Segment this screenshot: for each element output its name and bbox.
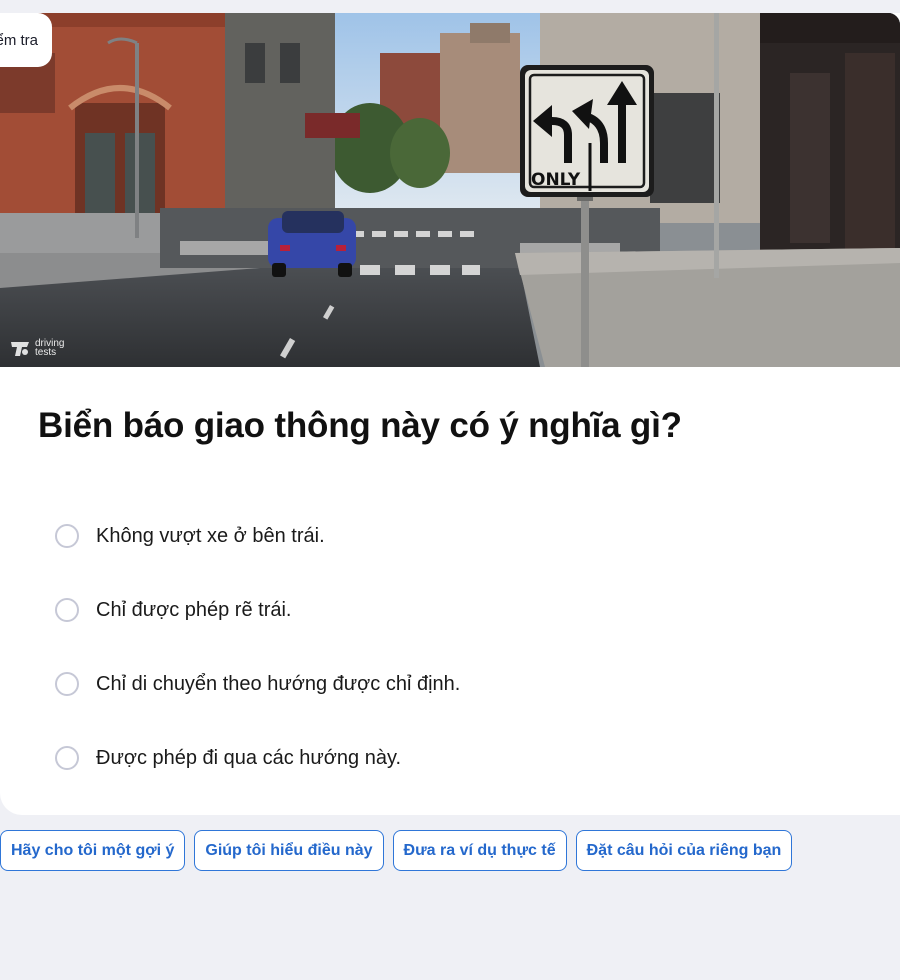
question-title: Biển báo giao thông này có ý nghĩa gì? — [38, 406, 682, 445]
answer-option-2[interactable]: Chỉ được phép rẽ trái. — [55, 583, 835, 637]
radio-button[interactable] — [55, 746, 79, 770]
watermark-text: driving tests — [35, 338, 65, 358]
driving-tests-logo-icon — [11, 342, 29, 356]
real-example-button[interactable]: Đưa ra ví dụ thực tế — [392, 830, 567, 871]
sign-text: ONLY — [531, 170, 581, 190]
answer-option-4[interactable]: Được phép đi qua các hướng này. — [55, 731, 835, 785]
question-image: ONLY — [0, 13, 900, 367]
radio-button[interactable] — [55, 672, 79, 696]
question-card: ONLY Kiểm tra driving tests Biển báo gia… — [0, 13, 900, 815]
hint-button[interactable]: Hãy cho tôi một gợi ý — [0, 830, 186, 871]
answer-option-label: Không vượt xe ở bên trái. — [96, 524, 325, 547]
ask-own-question-button[interactable]: Đặt câu hỏi của riêng bạn — [575, 830, 793, 871]
answer-option-1[interactable]: Không vượt xe ở bên trái. — [55, 509, 835, 563]
radio-button[interactable] — [55, 524, 79, 548]
answer-option-3[interactable]: Chỉ di chuyển theo hướng được chỉ định. — [55, 657, 835, 711]
answer-option-label: Chỉ được phép rẽ trái. — [96, 598, 292, 621]
back-chip[interactable]: Kiểm tra — [0, 13, 52, 67]
driving-tests-watermark: driving tests — [9, 338, 75, 358]
back-chip-label: Kiểm tra — [0, 31, 38, 49]
answer-option-label: Chỉ di chuyển theo hướng được chỉ định. — [96, 672, 461, 695]
suggestion-chips: Hãy cho tôi một gợi ý Giúp tôi hiểu điều… — [0, 830, 793, 871]
answer-option-label: Được phép đi qua các hướng này. — [96, 746, 402, 769]
radio-button[interactable] — [55, 598, 79, 622]
answer-options: Không vượt xe ở bên trái. Chỉ được phép … — [55, 509, 835, 805]
explain-button[interactable]: Giúp tôi hiểu điều này — [194, 830, 384, 871]
